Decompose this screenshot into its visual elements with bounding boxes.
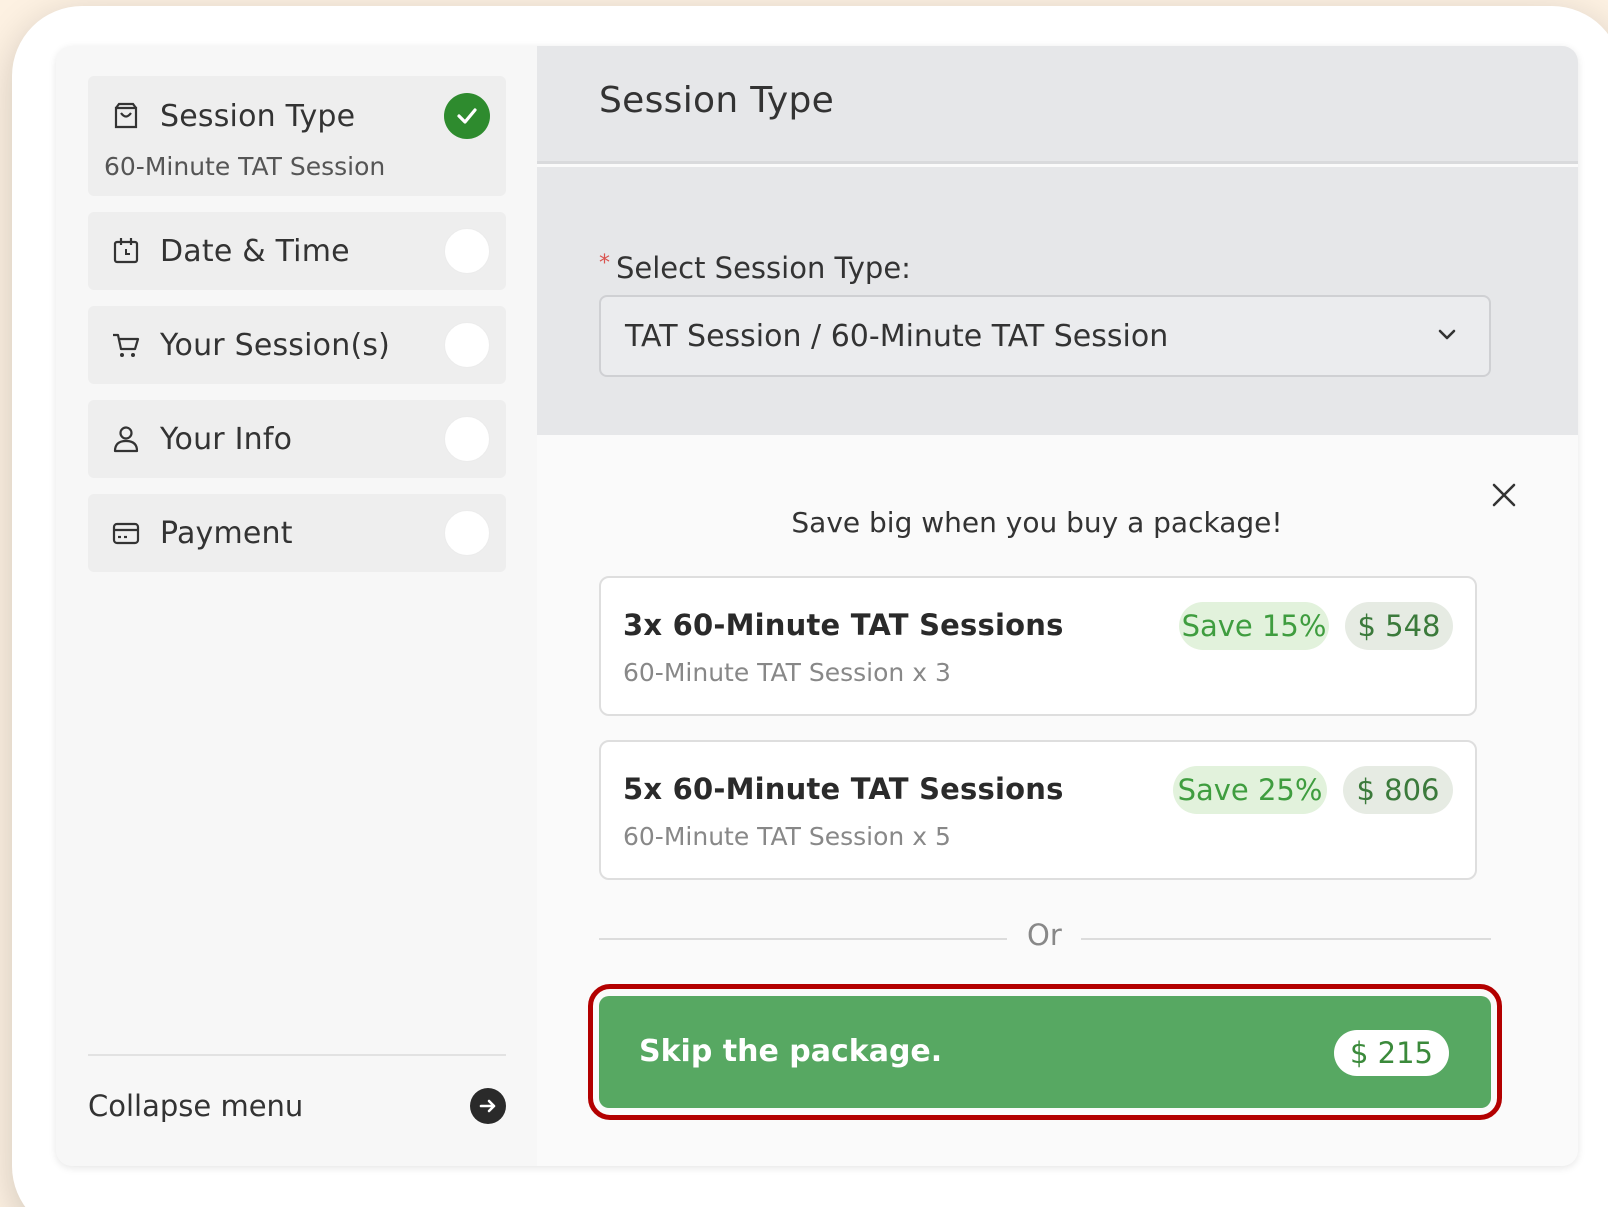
sidebar-divider bbox=[88, 1054, 506, 1056]
store-icon bbox=[110, 100, 142, 132]
skip-package-label: Skip the package. bbox=[639, 1034, 943, 1069]
step-status-indicator bbox=[444, 416, 490, 462]
step-status-indicator bbox=[444, 228, 490, 274]
skip-package-button[interactable]: Skip the package. $ 215 bbox=[599, 996, 1491, 1108]
sidebar-step-date-time[interactable]: Date & Time bbox=[88, 212, 506, 290]
user-icon bbox=[110, 423, 142, 455]
sidebar-step-label: Session Type bbox=[160, 98, 356, 134]
sidebar-step-label: Your Info bbox=[160, 421, 293, 457]
or-text: Or bbox=[1027, 918, 1062, 952]
main-panel: Session Type * Select Session Type: TAT S… bbox=[537, 46, 1578, 1166]
sidebar-step-your-info[interactable]: Your Info bbox=[88, 400, 506, 478]
session-type-form: * Select Session Type: TAT Session / 60-M… bbox=[537, 167, 1578, 435]
sidebar: Session Type 60-Minute TAT Session Date … bbox=[56, 46, 536, 1166]
step-status-indicator bbox=[444, 322, 490, 368]
sidebar-step-session-type[interactable]: Session Type 60-Minute TAT Session bbox=[88, 76, 506, 196]
step-complete-check-icon bbox=[444, 93, 490, 139]
selected-value: TAT Session / 60-Minute TAT Session bbox=[625, 318, 1169, 354]
package-price-badge: $ 548 bbox=[1345, 602, 1453, 650]
field-label-text: Select Session Type: bbox=[616, 251, 911, 285]
calendar-icon bbox=[110, 235, 142, 267]
package-promo-text: Save big when you buy a package! bbox=[791, 506, 1283, 539]
sidebar-step-label: Payment bbox=[160, 515, 293, 551]
package-subtitle: 60-Minute TAT Session x 3 bbox=[623, 658, 951, 687]
or-divider: Or bbox=[599, 918, 1491, 958]
booking-widget: Session Type 60-Minute TAT Session Date … bbox=[56, 46, 1578, 1166]
page-title: Session Type bbox=[599, 80, 835, 121]
chevron-down-icon bbox=[1435, 323, 1459, 351]
collapse-menu-label: Collapse menu bbox=[88, 1089, 304, 1123]
divider-line bbox=[1081, 938, 1491, 940]
package-save-badge: Save 25% bbox=[1173, 766, 1327, 814]
package-save-badge: Save 15% bbox=[1179, 602, 1329, 650]
session-type-select[interactable]: TAT Session / 60-Minute TAT Session bbox=[599, 295, 1491, 377]
sidebar-step-payment[interactable]: Payment bbox=[88, 494, 506, 572]
sidebar-step-label: Your Session(s) bbox=[160, 327, 391, 363]
step-status-indicator bbox=[444, 510, 490, 556]
credit-card-icon bbox=[110, 517, 142, 549]
package-subtitle: 60-Minute TAT Session x 5 bbox=[623, 822, 951, 851]
package-title: 5x 60-Minute TAT Sessions bbox=[623, 772, 1064, 806]
required-marker: * bbox=[599, 251, 610, 276]
skip-package-price: $ 215 bbox=[1333, 1030, 1449, 1076]
package-title: 3x 60-Minute TAT Sessions bbox=[623, 608, 1064, 642]
main-header: Session Type bbox=[537, 46, 1578, 164]
sidebar-step-subtitle: 60-Minute TAT Session bbox=[104, 152, 386, 181]
package-option-5x[interactable]: 5x 60-Minute TAT Sessions 60-Minute TAT … bbox=[599, 740, 1477, 880]
sidebar-step-label: Date & Time bbox=[160, 233, 350, 269]
collapse-menu-button[interactable]: Collapse menu bbox=[88, 1076, 506, 1136]
divider-line bbox=[599, 938, 1007, 940]
arrow-right-circle-icon bbox=[470, 1088, 506, 1124]
package-price-badge: $ 806 bbox=[1343, 766, 1453, 814]
sidebar-step-your-sessions[interactable]: Your Session(s) bbox=[88, 306, 506, 384]
field-label: * Select Session Type: bbox=[599, 251, 911, 285]
cart-icon bbox=[110, 329, 142, 361]
package-option-3x[interactable]: 3x 60-Minute TAT Sessions 60-Minute TAT … bbox=[599, 576, 1477, 716]
